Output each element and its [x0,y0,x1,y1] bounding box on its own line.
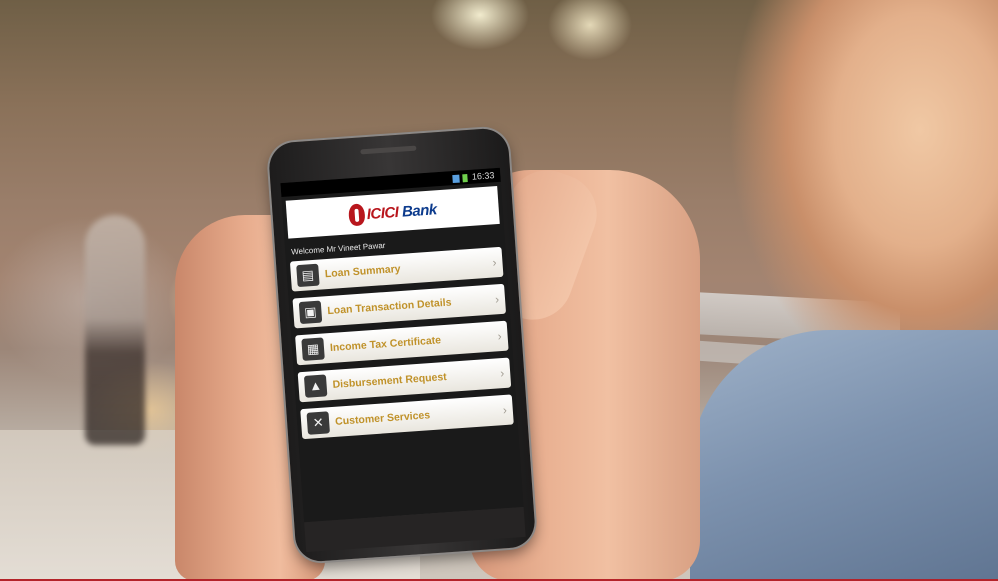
blurred-pedestrian [85,215,145,445]
menu-item-customer-services[interactable]: ✕ Customer Services › [300,394,514,440]
man-shirt [690,330,998,581]
main-menu: ▤ Loan Summary › ▣ Loan Transaction Deta… [286,246,518,440]
menu-item-disbursement-request[interactable]: ▲ Disbursement Request › [297,357,512,403]
phone-speaker [360,145,417,155]
clipboard-icon: ▤ [296,263,320,288]
man-head [730,0,998,340]
status-time: 16:33 [471,170,495,182]
smartphone: 16:33 ICICI Bank Welcome Mr Vineet Pawar… [267,127,537,563]
icici-logo-icon [348,203,366,227]
menu-item-label: Loan Transaction Details [327,296,452,318]
photo-background: 16:33 ICICI Bank Welcome Mr Vineet Pawar… [0,0,998,581]
chevron-right-icon: › [494,292,500,307]
phone-screen: 16:33 ICICI Bank Welcome Mr Vineet Pawar… [280,167,524,523]
menu-item-label: Customer Services [334,409,431,428]
document-info-icon: ▣ [298,300,323,325]
menu-item-loan-transaction-details[interactable]: ▣ Loan Transaction Details › [292,283,507,329]
chart-icon: ▲ [303,374,328,398]
menu-item-label: Disbursement Request [332,370,448,391]
logo-text: ICICI Bank [366,200,438,223]
chevron-right-icon: › [497,329,503,344]
menu-item-income-tax-certificate[interactable]: ▦ Income Tax Certificate › [295,320,509,366]
chevron-right-icon: › [491,255,497,270]
chevron-right-icon: › [499,365,505,381]
certificate-icon: ▦ [301,337,325,361]
menu-item-label: Income Tax Certificate [329,334,442,355]
signal-icon [452,174,461,183]
menu-item-label: Loan Summary [324,262,401,281]
battery-icon [462,173,469,182]
chevron-right-icon: › [502,402,508,418]
tools-icon: ✕ [306,411,330,435]
